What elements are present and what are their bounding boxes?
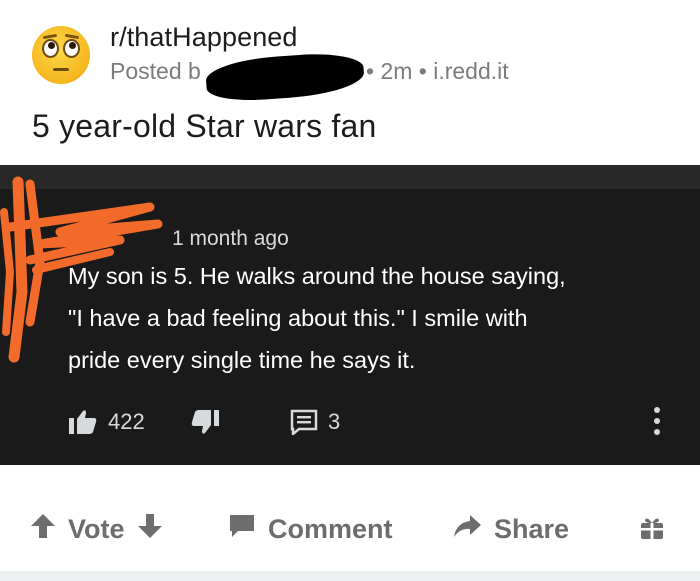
post-action-bar: Vote Comment Share: [0, 465, 700, 581]
redaction-mark: [204, 50, 366, 104]
thumbs-up-icon: [68, 409, 98, 435]
comment-timestamp: 1 month ago: [172, 227, 289, 250]
comment-bubble-icon: [228, 513, 256, 546]
like-count: 422: [108, 409, 145, 434]
post-meta-details: • 2m • i.redd.it: [366, 58, 509, 84]
vote-control[interactable]: Vote: [30, 513, 163, 546]
award-button[interactable]: [639, 515, 665, 548]
divider: [0, 571, 700, 581]
more-vertical-icon: [652, 405, 662, 437]
subreddit-name[interactable]: r/thatHappened: [110, 22, 298, 53]
share-label: Share: [494, 514, 570, 544]
downvote-icon[interactable]: [137, 513, 163, 546]
post-header: r/thatHappened Posted b • 2m • i.redd.it…: [0, 0, 700, 165]
reply-count: 3: [328, 409, 341, 434]
dislike-button[interactable]: [190, 409, 220, 435]
comment-icon: [290, 409, 318, 435]
gift-icon: [639, 515, 665, 548]
subreddit-avatar-icon[interactable]: [32, 26, 90, 84]
upvote-icon[interactable]: [30, 513, 56, 546]
more-options-button[interactable]: [652, 405, 662, 437]
like-button[interactable]: 422: [68, 409, 145, 435]
share-button[interactable]: Share: [452, 513, 569, 546]
post-title[interactable]: 5 year-old Star wars fan: [32, 108, 377, 145]
posted-by-label[interactable]: Posted b: [110, 58, 201, 85]
post-meta: Posted b • 2m • i.redd.it: [110, 58, 509, 85]
thumbs-down-icon: [190, 409, 220, 435]
replies-button[interactable]: 3: [290, 409, 340, 435]
comment-label: Comment: [268, 514, 393, 544]
share-arrow-icon: [452, 513, 482, 546]
vote-label: Vote: [68, 514, 125, 544]
scribble-redaction: [0, 176, 163, 363]
comment-button[interactable]: Comment: [228, 513, 393, 546]
